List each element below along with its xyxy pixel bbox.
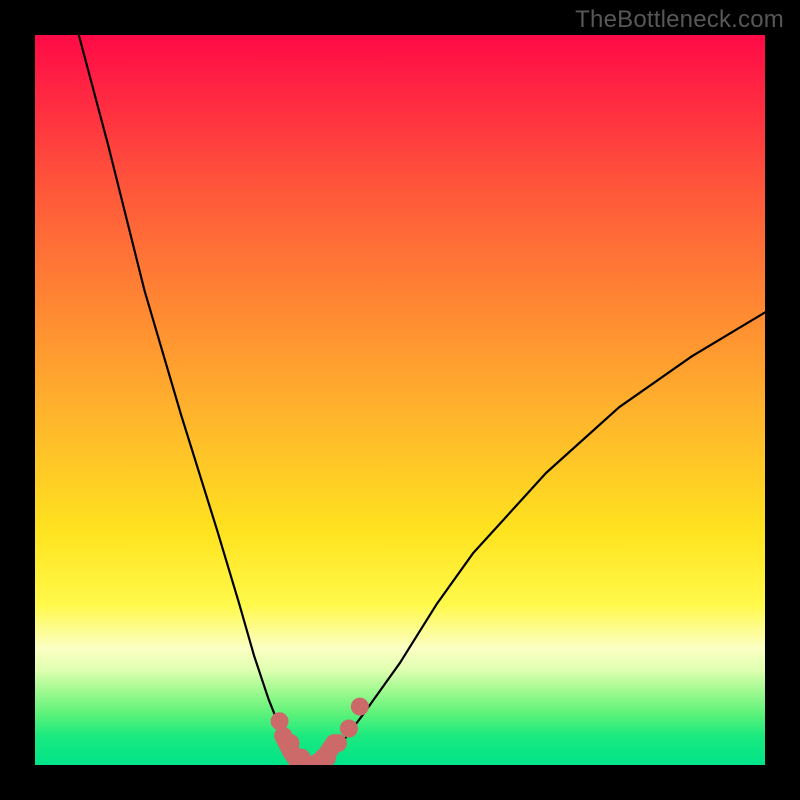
curve-svg bbox=[35, 35, 765, 765]
curve-marker bbox=[271, 712, 289, 730]
bottleneck-curve bbox=[79, 35, 765, 765]
curve-marker bbox=[282, 734, 300, 752]
plot-area bbox=[35, 35, 765, 765]
chart-frame: TheBottleneck.com bbox=[0, 0, 800, 800]
curve-marker bbox=[329, 734, 347, 752]
curve-marker bbox=[340, 720, 358, 738]
curve-marker bbox=[351, 698, 369, 716]
watermark-text: TheBottleneck.com bbox=[575, 6, 784, 34]
